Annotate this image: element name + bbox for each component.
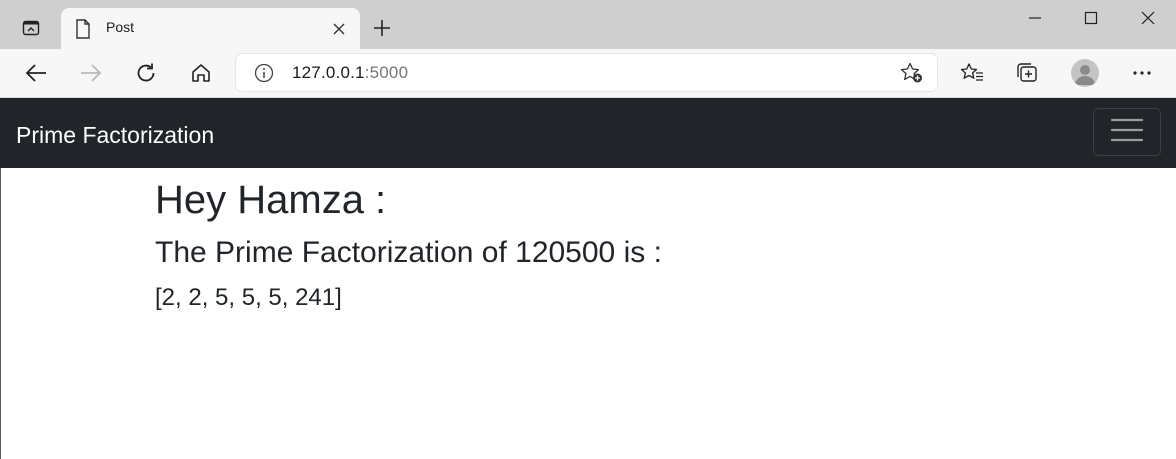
collections-icon[interactable]	[1011, 59, 1043, 87]
result-heading: The Prime Factorization of 120500 is :	[155, 236, 662, 269]
tab-actions-icon[interactable]	[14, 13, 48, 43]
refresh-icon[interactable]	[130, 59, 162, 87]
main-content: Hey Hamza : The Prime Factorization of 1…	[155, 176, 662, 313]
url-port: :5000	[364, 63, 409, 82]
close-window-icon[interactable]	[1120, 0, 1176, 36]
site-navbar: Prime Factorization	[0, 98, 1176, 168]
browser-tab[interactable]: Post	[61, 8, 360, 49]
back-arrow-icon[interactable]	[20, 59, 52, 87]
more-icon[interactable]	[1126, 59, 1158, 87]
navbar-brand[interactable]: Prime Factorization	[16, 122, 214, 149]
star-plus-icon[interactable]	[900, 62, 924, 89]
plus-icon[interactable]	[370, 16, 394, 40]
navbar-toggler-button[interactable]	[1093, 108, 1161, 156]
browser-toolbar: 127.0.0.1:5000	[0, 49, 1176, 98]
close-icon[interactable]	[329, 19, 349, 39]
tab-strip: Post	[0, 0, 1176, 49]
factors-list: [2, 2, 5, 5, 5, 241]	[155, 284, 342, 311]
greeting-heading: Hey Hamza :	[155, 178, 387, 222]
info-icon[interactable]	[254, 63, 274, 88]
minimize-icon[interactable]	[1007, 0, 1063, 36]
hamburger-icon	[1110, 118, 1144, 147]
url-host: 127.0.0.1	[292, 63, 365, 82]
address-bar[interactable]: 127.0.0.1:5000	[236, 54, 937, 91]
url-text[interactable]: 127.0.0.1:5000	[292, 63, 408, 83]
profile-avatar[interactable]	[1071, 59, 1099, 87]
home-icon[interactable]	[185, 59, 217, 87]
tab-title: Post	[106, 19, 135, 35]
maximize-icon[interactable]	[1063, 0, 1119, 36]
page-icon	[75, 19, 91, 44]
favorites-icon[interactable]	[956, 59, 988, 87]
forward-arrow-icon[interactable]	[75, 59, 107, 87]
